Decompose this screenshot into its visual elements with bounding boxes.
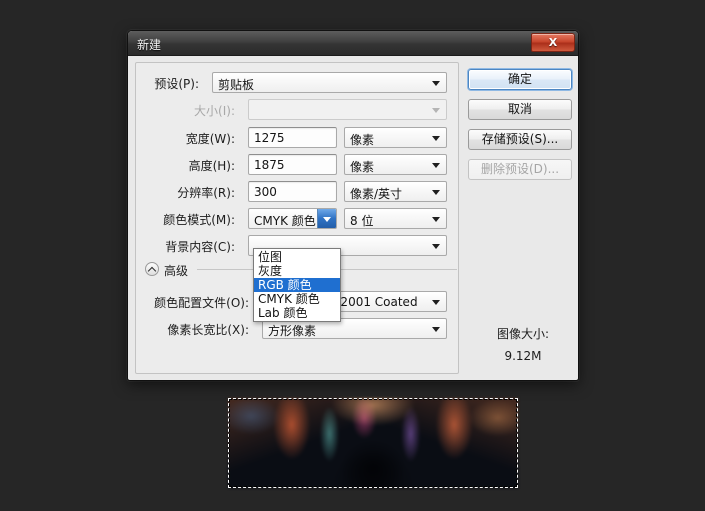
chevron-down-icon xyxy=(432,163,440,168)
field-row-preset: 预设(P): 剪贴板 xyxy=(136,72,448,93)
width-label: 宽度(W): xyxy=(185,132,235,146)
image-size-label: 图像大小: xyxy=(496,327,550,341)
chevron-down-icon xyxy=(432,81,440,86)
chevron-up-icon xyxy=(147,266,157,276)
color-mode-label: 颜色模式(M): xyxy=(163,213,235,227)
close-button[interactable]: X xyxy=(531,33,575,52)
image-size-value: 9.12M xyxy=(504,349,542,363)
preset-label: 预设(P): xyxy=(154,77,199,91)
chevron-down-icon xyxy=(432,190,440,195)
dialog-body: 名称(N): 未标题-1 预设(P): 剪贴板 大小(I): xyxy=(128,56,578,380)
photoshop-desktop: 新建 X 名称(N): 未标题-1 预设(P): 剪贴板 xyxy=(0,0,705,511)
chevron-down-icon xyxy=(432,217,440,222)
width-unit-value: 像素 xyxy=(350,133,375,147)
resolution-input-value: 300 xyxy=(254,185,277,199)
ok-button[interactable]: 确定 xyxy=(468,69,572,90)
field-row-height: 高度(H): 1875 像素 xyxy=(136,154,448,175)
save-preset-button[interactable]: 存储预设(S)... xyxy=(468,129,572,150)
resolution-input[interactable]: 300 xyxy=(248,181,337,202)
field-row-width: 宽度(W): 1275 像素 xyxy=(136,127,448,148)
new-document-dialog: 新建 X 名称(N): 未标题-1 预设(P): 剪贴板 xyxy=(127,30,579,381)
close-icon: X xyxy=(548,36,558,49)
dialog-titlebar[interactable]: 新建 X xyxy=(128,31,578,56)
color-mode-value: CMYK 颜色 xyxy=(254,214,316,228)
pixel-aspect-value: 方形像素 xyxy=(268,324,317,338)
chevron-down-icon xyxy=(432,244,440,249)
dropdown-option[interactable]: 位图 xyxy=(254,250,340,264)
document-canvas[interactable] xyxy=(228,398,518,488)
width-unit-select[interactable]: 像素 xyxy=(344,127,447,148)
field-row-color-mode: 颜色模式(M): CMYK 颜色 8 位 xyxy=(136,208,448,229)
resolution-label: 分辨率(R): xyxy=(177,186,235,200)
dropdown-option[interactable]: RGB 颜色 xyxy=(254,278,340,292)
delete-preset-button: 删除预设(D)... xyxy=(468,159,572,180)
settings-group-box: 预设(P): 剪贴板 大小(I): 宽度(W): 1275 像素 高度(H): … xyxy=(135,62,459,374)
preset-select[interactable]: 剪贴板 xyxy=(212,72,447,93)
chevron-down-icon xyxy=(432,108,440,113)
advanced-toggle-button[interactable] xyxy=(145,262,159,276)
cancel-button[interactable]: 取消 xyxy=(468,99,572,120)
chevron-down-icon xyxy=(432,327,440,332)
canvas-image xyxy=(228,398,518,488)
pixel-aspect-label: 像素长宽比(X): xyxy=(167,323,249,337)
height-input[interactable]: 1875 xyxy=(248,154,337,175)
field-row-resolution: 分辨率(R): 300 像素/英寸 xyxy=(136,181,448,202)
color-mode-dropdown-list[interactable]: 位图 灰度 RGB 颜色 CMYK 颜色 Lab 颜色 xyxy=(253,248,341,322)
resolution-unit-select[interactable]: 像素/英寸 xyxy=(344,181,447,202)
bit-depth-select[interactable]: 8 位 xyxy=(344,208,447,229)
chevron-down-icon xyxy=(323,217,331,222)
size-label: 大小(I): xyxy=(194,104,235,118)
height-input-value: 1875 xyxy=(254,158,285,172)
resolution-unit-value: 像素/英寸 xyxy=(350,187,403,201)
height-unit-value: 像素 xyxy=(350,160,375,174)
height-unit-select[interactable]: 像素 xyxy=(344,154,447,175)
preset-value: 剪贴板 xyxy=(218,78,255,92)
dialog-title: 新建 xyxy=(137,38,162,52)
width-input[interactable]: 1275 xyxy=(248,127,337,148)
dropdown-option[interactable]: CMYK 颜色 xyxy=(254,292,340,306)
background-label: 背景内容(C): xyxy=(165,240,235,254)
chevron-down-icon xyxy=(432,136,440,141)
size-select xyxy=(248,99,447,120)
color-profile-label: 颜色配置文件(O): xyxy=(154,296,249,310)
field-row-size: 大小(I): xyxy=(136,99,448,120)
height-label: 高度(H): xyxy=(188,159,235,173)
chevron-down-icon xyxy=(432,300,440,305)
advanced-label: 高级 xyxy=(164,264,189,278)
bit-depth-value: 8 位 xyxy=(350,214,374,228)
dropdown-option[interactable]: Lab 颜色 xyxy=(254,306,340,320)
width-input-value: 1275 xyxy=(254,131,285,145)
dropdown-option[interactable]: 灰度 xyxy=(254,264,340,278)
color-mode-select[interactable]: CMYK 颜色 xyxy=(248,208,337,229)
